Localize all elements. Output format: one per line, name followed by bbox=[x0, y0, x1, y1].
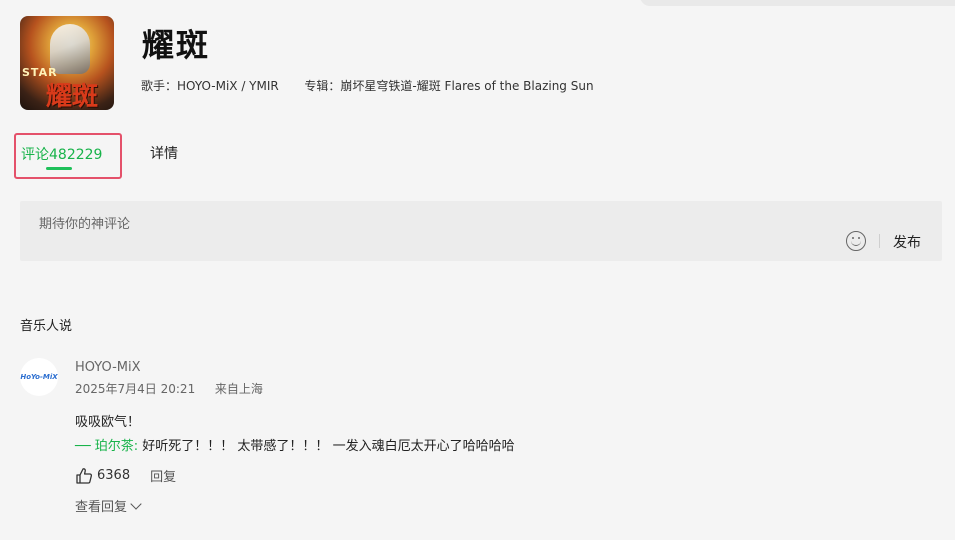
comment-input-placeholder[interactable]: 期待你的神评论 bbox=[39, 213, 130, 232]
tab-details[interactable]: 详情 bbox=[150, 143, 178, 163]
comment-text: 吸吸欧气！ bbox=[75, 415, 141, 430]
tab-active-indicator bbox=[46, 167, 72, 170]
album-line[interactable]: 专辑：崩坏星穹铁道-耀斑 Flares of the Blazing Sun bbox=[304, 79, 593, 93]
cover-title-text: 耀斑 bbox=[46, 82, 99, 110]
tab-bar: 评论482229 详情 bbox=[14, 133, 314, 179]
publish-button[interactable]: 发布 bbox=[893, 232, 921, 252]
song-meta: 歌手：HOYO-MiX / YMIR 专辑：崩坏星穹铁道-耀斑 Flares o… bbox=[141, 77, 594, 94]
avatar[interactable]: HoYo-MiX bbox=[20, 358, 58, 396]
comment-meta: 2025年7月4日 20:21 来自上海 bbox=[75, 380, 263, 397]
tab-comments-label: 评论482229 bbox=[21, 147, 103, 163]
song-title: 耀斑 bbox=[142, 26, 211, 64]
song-header: STAR 耀斑 耀斑 歌手：HOYO-MiX / YMIR 专辑：崩坏星穹铁道-… bbox=[20, 16, 920, 112]
like-count: 6368 bbox=[97, 468, 131, 483]
thumbs-up-icon[interactable] bbox=[75, 467, 93, 485]
reply-button[interactable]: 回复 bbox=[150, 466, 176, 485]
top-search-bar[interactable] bbox=[640, 0, 955, 6]
view-replies-button[interactable]: 查看回复 bbox=[75, 496, 142, 515]
avatar-logo-text: HoYo-MiX bbox=[20, 373, 58, 381]
view-replies-label: 查看回复 bbox=[75, 500, 128, 515]
chevron-down-icon bbox=[130, 497, 142, 510]
quoted-reply: ── 珀尔茶: 好听死了！！！ 太带感了！！！ 一发入魂白厄太开心了哈哈哈哈 bbox=[75, 435, 515, 454]
quoted-reply-author[interactable]: ── 珀尔茶: bbox=[75, 439, 138, 454]
album-cover[interactable]: STAR 耀斑 bbox=[20, 16, 114, 110]
quoted-reply-text: 好听死了！！！ 太带感了！！！ 一发入魂白厄太开心了哈哈哈哈 bbox=[138, 439, 515, 454]
comment-location: 来自上海 bbox=[214, 382, 263, 396]
tab-comments[interactable]: 评论482229 bbox=[14, 133, 122, 179]
comment-item: HoYo-MiX HOYO-MiX 2025年7月4日 20:21 来自上海 吸… bbox=[20, 356, 920, 526]
divider bbox=[879, 234, 880, 248]
section-title-musician-says: 音乐人说 bbox=[20, 319, 73, 334]
comment-actions: 6368 回复 bbox=[75, 466, 176, 485]
emoji-icon[interactable] bbox=[846, 231, 866, 251]
artist-line[interactable]: 歌手：HOYO-MiX / YMIR bbox=[141, 79, 279, 93]
comment-time: 2025年7月4日 20:21 bbox=[75, 382, 196, 396]
comment-input-box[interactable]: 期待你的神评论 发布 bbox=[20, 201, 942, 261]
comment-username[interactable]: HOYO-MiX bbox=[75, 360, 141, 375]
